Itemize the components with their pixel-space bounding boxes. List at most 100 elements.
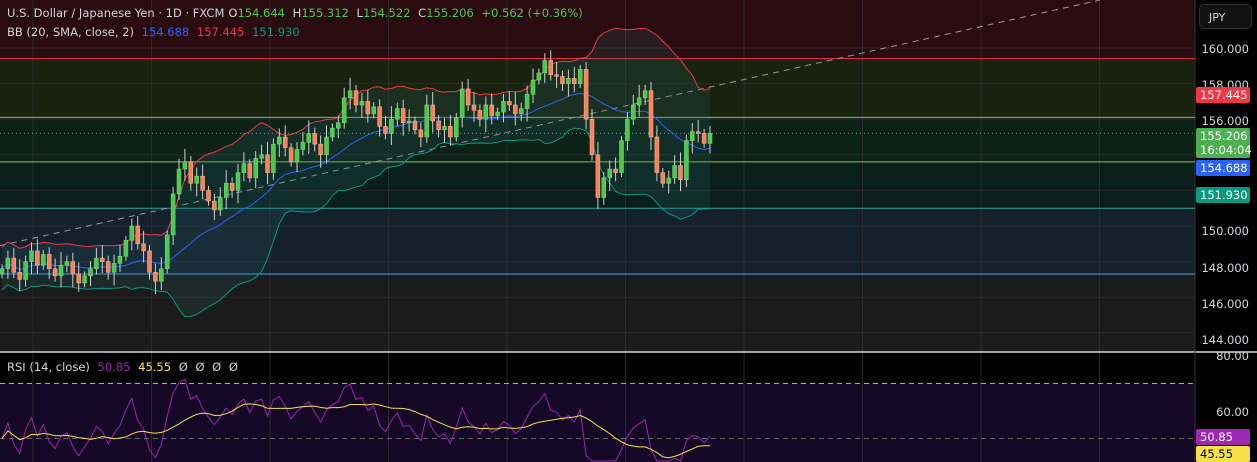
candle-body xyxy=(23,261,28,280)
candle-body xyxy=(58,264,64,277)
candle-body xyxy=(312,133,317,145)
candle-body xyxy=(601,177,607,198)
candle-body xyxy=(76,273,81,284)
candle-body xyxy=(164,234,170,269)
candle-body xyxy=(135,225,140,245)
candle-body xyxy=(265,154,270,173)
rsi-ma-value: 45.55 xyxy=(138,360,172,374)
candle-body xyxy=(400,108,406,124)
candle-body xyxy=(170,193,176,236)
candle-body xyxy=(418,129,424,138)
rsi-value: 50.85 xyxy=(97,360,131,374)
candle-body xyxy=(41,254,46,266)
candle-body xyxy=(572,78,577,84)
candle-body xyxy=(631,104,636,120)
close-value: 155.206 xyxy=(426,6,474,20)
candle-body xyxy=(223,183,229,198)
candle-body xyxy=(566,78,571,84)
candle-body xyxy=(182,161,188,170)
last-price: 155.206 xyxy=(1200,129,1248,143)
candle-body xyxy=(389,118,394,134)
candle-body xyxy=(589,118,595,156)
open-value: 154.644 xyxy=(237,6,285,20)
rsi-extra: Ø xyxy=(228,360,238,374)
rsi-legend[interactable]: RSI (14, close) 50.85 45.55 Ø Ø Ø Ø xyxy=(7,360,242,374)
candle-body xyxy=(471,104,477,111)
price-axis-label: 144.000 xyxy=(1201,333,1249,347)
candle-body xyxy=(147,250,152,273)
candle-body xyxy=(495,111,500,116)
candle-body xyxy=(46,254,52,269)
candle-body xyxy=(383,126,388,134)
candle-body xyxy=(542,60,548,74)
candle-body xyxy=(548,60,553,75)
close-label: C xyxy=(418,6,427,20)
candle-body xyxy=(271,143,276,173)
chart-canvas[interactable] xyxy=(0,0,1257,462)
bb-lower-value: 151.930 xyxy=(252,25,300,39)
bb-upper-tag: 157.445 xyxy=(1196,87,1250,103)
bb-lower-tag: 151.930 xyxy=(1196,187,1250,203)
candle-body xyxy=(129,225,135,241)
rsi-extra: Ø xyxy=(178,360,188,374)
candle-body xyxy=(536,72,542,81)
candle-body xyxy=(241,163,247,173)
candle-body xyxy=(607,168,612,179)
candle-body xyxy=(70,261,76,275)
candle-body xyxy=(377,106,382,127)
candle-body xyxy=(654,136,660,173)
candle-body xyxy=(448,126,453,138)
low-label: L xyxy=(356,6,363,20)
candle-body xyxy=(29,250,34,262)
candle-body xyxy=(336,122,341,129)
candle-body xyxy=(35,250,40,266)
candle-body xyxy=(430,104,435,122)
candle-body xyxy=(701,133,707,144)
candle-body xyxy=(288,147,294,163)
candle-body xyxy=(395,108,400,120)
candle-body xyxy=(613,168,618,173)
price-axis-label: 156.000 xyxy=(1201,114,1249,128)
candle-body xyxy=(341,97,347,124)
candle-body xyxy=(330,127,335,138)
candle-body xyxy=(554,74,559,77)
candle-body xyxy=(678,165,683,180)
price-axis-label: 146.000 xyxy=(1201,297,1249,311)
candle-body xyxy=(64,261,70,266)
candle-body xyxy=(200,175,205,191)
candle-body xyxy=(194,175,199,184)
candle-body xyxy=(153,272,158,282)
rsi-axis-label: 60.00 xyxy=(1216,405,1249,419)
candle-body xyxy=(530,79,536,95)
bb-legend[interactable]: BB (20, SMA, close, 2) 154.688 157.445 1… xyxy=(7,25,304,39)
bb-label: BB (20, SMA, close, 2) xyxy=(7,25,134,39)
candle-body xyxy=(642,90,648,99)
candle-body xyxy=(82,275,87,284)
candle-body xyxy=(666,177,671,184)
last-price-tag: 155.206 16:04:04 xyxy=(1196,128,1252,158)
currency-button[interactable]: JPY xyxy=(1199,4,1252,29)
candle-body xyxy=(253,158,258,179)
countdown: 16:04:04 xyxy=(1200,143,1252,157)
candle-body xyxy=(477,110,483,120)
candle-body xyxy=(212,200,217,211)
candle-body xyxy=(17,272,22,280)
rsi-axis-label: 80.00 xyxy=(1216,349,1249,363)
candle-body xyxy=(371,106,376,115)
candle-body xyxy=(141,243,146,252)
candle-body xyxy=(100,257,105,262)
candle-body xyxy=(595,154,601,198)
candle-body xyxy=(707,133,713,144)
candle-body xyxy=(583,69,589,120)
candle-body xyxy=(235,172,241,191)
price-axis-label: 160.000 xyxy=(1201,42,1249,56)
candle-body xyxy=(88,268,93,277)
candle-body xyxy=(465,88,471,106)
candle-body xyxy=(518,108,524,115)
symbol-legend: U.S. Dollar / Japanese Yen · 1D · FXCM O1… xyxy=(7,6,587,20)
candle-body xyxy=(259,154,264,159)
candle-body xyxy=(648,90,654,138)
symbol-title: U.S. Dollar / Japanese Yen · 1D · FXCM xyxy=(7,6,225,20)
candle-body xyxy=(483,104,489,120)
candle-body xyxy=(424,104,430,138)
